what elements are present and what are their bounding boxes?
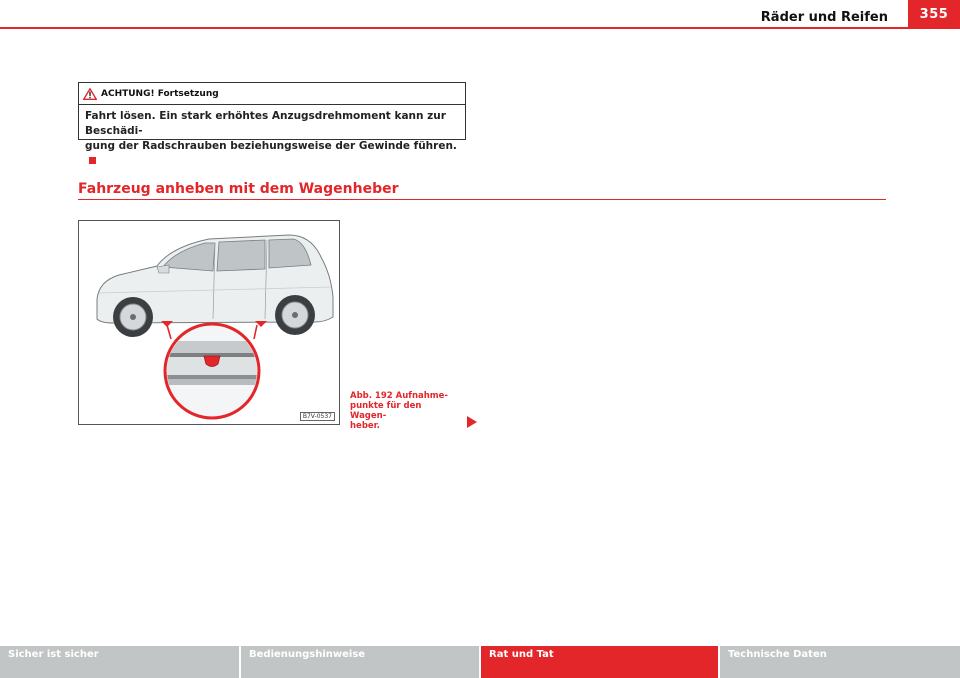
footer-nav: Sicher ist sicher Bedienungshinweise Rat… [0, 646, 960, 678]
footer-tab-sicher-ist-sicher[interactable]: Sicher ist sicher [0, 646, 241, 678]
warning-box: ACHTUNG! Fortsetzung Fahrt lösen. Ein st… [78, 82, 466, 164]
footer-tab-rat-und-tat[interactable]: Rat und Tat [481, 646, 720, 678]
jack-point-detail [163, 322, 261, 420]
figure-caption-line3: heber. [350, 421, 380, 431]
continue-arrow-icon [467, 416, 477, 428]
warning-text-line1: Fahrt lösen. Ein stark erhöhtes Anzugsdr… [85, 110, 446, 137]
figure-illustration: B7V-0537 [78, 220, 340, 425]
car-side-view [96, 234, 334, 337]
warning-text: Fahrt lösen. Ein stark erhöhtes Anzugsdr… [79, 105, 465, 169]
figure-caption-line2: punkte für den Wagen- [350, 401, 422, 421]
warning-title: ACHTUNG! Fortsetzung [101, 88, 219, 99]
figure-caption-line1: Abb. 192 Aufnahme- [350, 391, 448, 401]
warning-text-line2: gung der Radschrauben beziehungsweise de… [85, 140, 457, 152]
car-jack-points-illustration [96, 234, 334, 420]
warning-header: ACHTUNG! Fortsetzung [79, 83, 465, 105]
figure-caption: Abb. 192 Aufnahme- punkte für den Wagen-… [350, 391, 460, 431]
section-end-marker [89, 157, 96, 164]
header-divider [0, 27, 960, 29]
page-number: 355 [908, 0, 960, 28]
section-title: Fahrzeug anheben mit dem Wagenheber [78, 181, 399, 197]
chapter-title: Räder und Reifen [760, 10, 888, 25]
footer-tab-bedienungshinweise[interactable]: Bedienungshinweise [241, 646, 481, 678]
section-divider [78, 199, 886, 200]
warning-triangle-icon [83, 87, 97, 100]
footer-tab-technische-daten[interactable]: Technische Daten [720, 646, 960, 678]
figure-code: B7V-0537 [299, 412, 335, 421]
